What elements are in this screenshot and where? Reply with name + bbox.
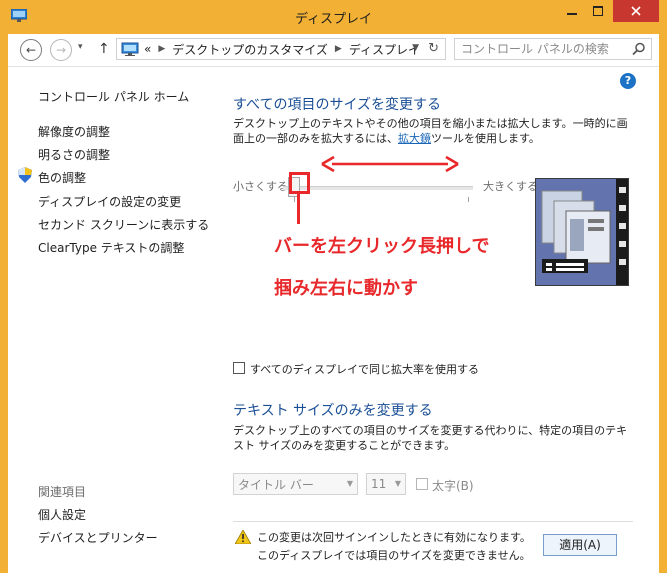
breadcrumb-overflow[interactable]: « bbox=[144, 42, 151, 56]
description-text-end: ツールを使用します。 bbox=[431, 132, 540, 145]
size-slider[interactable] bbox=[283, 186, 473, 190]
same-scale-checkbox[interactable] bbox=[233, 362, 245, 374]
heading-text-size: テキスト サイズのみを変更する bbox=[233, 403, 433, 419]
shield-icon bbox=[18, 167, 32, 183]
magnifier-link[interactable]: 拡大鏡 bbox=[398, 132, 431, 145]
arrow-up-icon: ↑ bbox=[98, 41, 110, 57]
breadcrumb[interactable]: « ▶ デスクトップのカスタマイズ ▶ ディスプレイ ▼ ↻ bbox=[116, 38, 446, 60]
notice-line: このディスプレイでは項目のサイズを変更できません。 bbox=[257, 549, 531, 562]
search-input[interactable] bbox=[461, 41, 621, 57]
double-arrow-icon bbox=[321, 155, 459, 173]
resize-description: デスクトップ上のテキストやその他の項目を縮小または拡大します。一時的に画面上の一… bbox=[233, 116, 633, 146]
sidebar-item-resolution[interactable]: 解像度の調整 bbox=[38, 123, 110, 140]
text-size-description: デスクトップ上のすべての項目のサイズを変更する代わりに、特定の項目のテキスト サ… bbox=[233, 424, 628, 452]
warning-icon bbox=[235, 530, 251, 544]
sidebar-item-second-screen[interactable]: セカンド スクリーンに表示する bbox=[38, 216, 209, 233]
address-bar: ← → ▾ ↑ « ▶ デスクトップのカスタマイズ ▶ ディスプレイ ▼ ↻ bbox=[8, 34, 659, 67]
arrow-right-icon: → bbox=[55, 43, 67, 57]
sidebar-item-personalize[interactable]: 個人設定 bbox=[38, 506, 86, 523]
chevron-right-icon: ▶ bbox=[158, 44, 166, 54]
window: ディスプレイ ← → ▾ ↑ « ▶ デスクトップのカスタマイズ ▶ ディスプレ… bbox=[0, 0, 667, 573]
slider-min-label: 小さくする bbox=[233, 180, 288, 193]
refresh-icon[interactable]: ↻ bbox=[428, 41, 439, 56]
close-icon bbox=[631, 6, 641, 16]
annotation-text: バーを左クリック長押しで bbox=[274, 236, 490, 257]
notice-area: この変更は次回サインインしたときに有効になります。 このディスプレイでは項目のサ… bbox=[233, 521, 633, 562]
bold-label[interactable]: 太字(B) bbox=[432, 477, 474, 494]
sidebar-item-devices-printers[interactable]: デバイスとプリンター bbox=[38, 529, 158, 546]
back-button[interactable]: ← bbox=[20, 39, 42, 61]
chevron-right-icon: ▶ bbox=[334, 44, 342, 54]
slider-max-label: 大きくする bbox=[483, 180, 538, 193]
maximize-button[interactable] bbox=[586, 0, 610, 22]
search-icon[interactable] bbox=[632, 42, 646, 56]
annotation-connector bbox=[297, 194, 300, 224]
minimize-button[interactable] bbox=[560, 0, 584, 22]
up-button[interactable]: ↑ bbox=[98, 41, 110, 57]
apply-button[interactable]: 適用(A) bbox=[543, 534, 617, 556]
annotation-highlight-box bbox=[289, 172, 310, 194]
item-select[interactable]: タイトル バー ▼ bbox=[233, 473, 358, 495]
font-size-select[interactable]: 11 ▼ bbox=[366, 473, 406, 495]
sidebar-item-cleartype[interactable]: ClearType テキストの調整 bbox=[38, 239, 184, 256]
title-bar: ディスプレイ bbox=[0, 0, 667, 34]
monitor-icon bbox=[121, 42, 139, 56]
chevron-down-icon: ▼ bbox=[394, 479, 401, 488]
sidebar-item-home[interactable]: コントロール パネル ホーム bbox=[38, 88, 189, 105]
close-button[interactable] bbox=[613, 0, 659, 22]
maximize-icon bbox=[593, 6, 603, 16]
slider-tick bbox=[294, 197, 295, 202]
related-heading: 関連項目 bbox=[38, 485, 87, 499]
notice-line: この変更は次回サインインしたときに有効になります。 bbox=[257, 531, 531, 544]
bold-checkbox[interactable] bbox=[416, 478, 428, 490]
help-icon[interactable]: ? bbox=[620, 73, 636, 89]
breadcrumb-item-customize[interactable]: デスクトップのカスタマイズ bbox=[172, 41, 328, 58]
chevron-down-icon: ▼ bbox=[346, 479, 353, 488]
minimize-icon bbox=[567, 13, 577, 15]
forward-button[interactable]: → bbox=[50, 39, 72, 61]
slider-tick bbox=[468, 197, 469, 202]
font-size-value: 11 bbox=[371, 477, 387, 491]
size-preview-image bbox=[535, 178, 629, 286]
breadcrumb-item-display[interactable]: ディスプレイ bbox=[349, 41, 420, 58]
notice-text: この変更は次回サインインしたときに有効になります。 このディスプレイでは項目のサ… bbox=[257, 529, 531, 565]
arrow-left-icon: ← bbox=[25, 43, 37, 57]
search-box[interactable] bbox=[454, 38, 652, 60]
sidebar-item-display-settings[interactable]: ディスプレイの設定の変更 bbox=[38, 193, 181, 210]
sidebar-item-color[interactable]: 色の調整 bbox=[38, 169, 86, 186]
item-select-value: タイトル バー bbox=[238, 477, 314, 492]
chevron-down-icon[interactable]: ▼ bbox=[412, 43, 419, 53]
annotation-text: 掴み左右に動かす bbox=[274, 278, 418, 299]
heading-resize-all: すべての項目のサイズを変更する bbox=[233, 97, 442, 113]
recent-locations-button[interactable]: ▾ bbox=[78, 42, 83, 52]
preview-illustration bbox=[536, 179, 628, 285]
same-scale-label[interactable]: すべてのディスプレイで同じ拡大率を使用する bbox=[250, 361, 479, 377]
content-area: ? コントロール パネル ホーム 解像度の調整 明るさの調整 色の調整 ディスプ… bbox=[8, 67, 659, 573]
sidebar-item-brightness[interactable]: 明るさの調整 bbox=[38, 146, 110, 163]
